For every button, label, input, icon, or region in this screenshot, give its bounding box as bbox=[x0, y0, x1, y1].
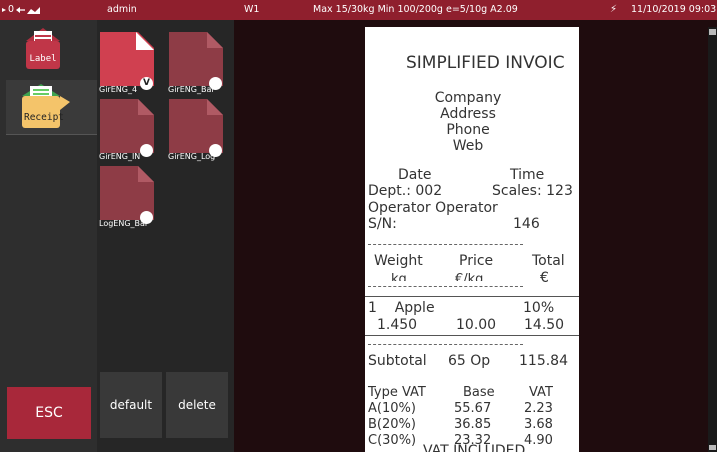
category-label[interactable]: Label bbox=[6, 23, 97, 77]
company-name: Company bbox=[434, 90, 502, 106]
zero-indicator: 0 bbox=[8, 4, 15, 15]
scroll-up-handle[interactable] bbox=[709, 29, 716, 35]
column-total: Total bbox=[532, 253, 565, 269]
subtotal-ops: 65 Op bbox=[448, 353, 491, 369]
file-name: GirENG_Log bbox=[168, 152, 216, 161]
delete-button[interactable]: delete bbox=[166, 372, 228, 438]
vat-included: VAT INCLUDED bbox=[423, 443, 526, 452]
vat-row-vat: 4.90 bbox=[524, 433, 553, 448]
file-tile[interactable]: GirENG_4 V bbox=[97, 28, 163, 98]
file-grid: GirENG_4 V GirENG_Bar GirENG_IN GirENG_L… bbox=[97, 20, 234, 452]
vat-row-vat: 3.68 bbox=[524, 417, 553, 432]
file-tile[interactable]: GirENG_Bar bbox=[166, 28, 232, 98]
column-total-unit: € bbox=[540, 270, 549, 286]
vat-row-base: 36.85 bbox=[454, 417, 492, 432]
item-price: 10.00 bbox=[456, 317, 497, 333]
file-tile[interactable]: LogENG_Bar bbox=[97, 162, 163, 232]
column-price: Price bbox=[459, 253, 494, 269]
vat-type-header: Type VAT bbox=[368, 385, 426, 400]
item-line: 1 Apple bbox=[368, 300, 435, 316]
receipt-preview[interactable]: SIMPLIFIED INVOIC Company Address Phone … bbox=[365, 27, 579, 452]
workstation: W1 bbox=[244, 4, 260, 15]
separator bbox=[368, 244, 523, 245]
category-label-text: Label bbox=[29, 54, 57, 64]
unselected-check-icon bbox=[209, 144, 222, 157]
time-label: Time bbox=[510, 167, 545, 183]
file-name: LogENG_Bar bbox=[99, 219, 149, 228]
scales-number: Scales: 123 bbox=[492, 183, 573, 199]
scroll-down-handle[interactable] bbox=[709, 445, 716, 450]
column-price-unit: €/kg bbox=[455, 272, 484, 281]
file-tile[interactable]: GirENG_IN bbox=[97, 95, 163, 165]
date-label: Date bbox=[398, 167, 432, 183]
vat-row-type: B(20%) bbox=[368, 417, 416, 432]
label-icon bbox=[26, 28, 60, 69]
user-name: admin bbox=[107, 4, 137, 15]
selected-check-icon: V bbox=[140, 77, 153, 90]
unselected-check-icon bbox=[209, 77, 222, 90]
receipt-icon bbox=[22, 84, 70, 128]
vat-vat-header: VAT bbox=[529, 385, 553, 400]
unselected-check-icon bbox=[140, 211, 153, 224]
vat-row-vat: 2.23 bbox=[524, 401, 553, 416]
category-panel: Label Receipt ESC bbox=[0, 20, 97, 452]
datetime: 11/10/2019 09:03 bbox=[631, 4, 717, 15]
file-tile[interactable]: GirENG_Log bbox=[166, 95, 232, 165]
line-divider bbox=[365, 296, 579, 297]
esc-button[interactable]: ESC bbox=[7, 387, 91, 439]
operator-name: Operator Operator bbox=[368, 200, 498, 216]
item-total: 14.50 bbox=[524, 317, 565, 333]
company-address: Address bbox=[440, 106, 496, 122]
invoice-title: SIMPLIFIED INVOIC bbox=[406, 53, 565, 73]
company-phone: Phone bbox=[446, 122, 490, 138]
line-divider bbox=[365, 335, 579, 336]
default-button[interactable]: default bbox=[100, 372, 162, 438]
subtotal-value: 115.84 bbox=[519, 353, 568, 369]
vat-row-base: 55.67 bbox=[454, 401, 492, 416]
preview-scrollbar[interactable] bbox=[708, 27, 717, 452]
power-icon: ⚡ bbox=[610, 4, 618, 15]
column-weight-unit: kg bbox=[391, 272, 407, 281]
column-weight: Weight bbox=[374, 253, 423, 269]
subtotal-label: Subtotal bbox=[368, 353, 427, 369]
item-weight: 1.450 bbox=[377, 317, 418, 333]
serial-value: 146 bbox=[513, 216, 540, 232]
department: Dept.: 002 bbox=[368, 183, 443, 199]
separator bbox=[368, 286, 523, 287]
scale-indicators: 0 bbox=[0, 0, 60, 20]
serial-label: S/N: bbox=[368, 216, 397, 232]
separator bbox=[368, 344, 523, 345]
company-web: Web bbox=[452, 138, 484, 154]
status-bar: 0 admin W1 Max 15/30kg Min 100/200g e=5/… bbox=[0, 0, 717, 20]
item-vat-rate: 10% bbox=[523, 300, 555, 316]
vat-row-type: C(30%) bbox=[368, 433, 417, 448]
category-receipt-text: Receipt bbox=[23, 112, 65, 123]
vat-row-type: A(10%) bbox=[368, 401, 416, 416]
vat-base-header: Base bbox=[463, 385, 495, 400]
category-receipt[interactable]: Receipt bbox=[6, 80, 97, 135]
scale-info: Max 15/30kg Min 100/200g e=5/10g A2.09 bbox=[313, 4, 518, 15]
unselected-check-icon bbox=[140, 144, 153, 157]
